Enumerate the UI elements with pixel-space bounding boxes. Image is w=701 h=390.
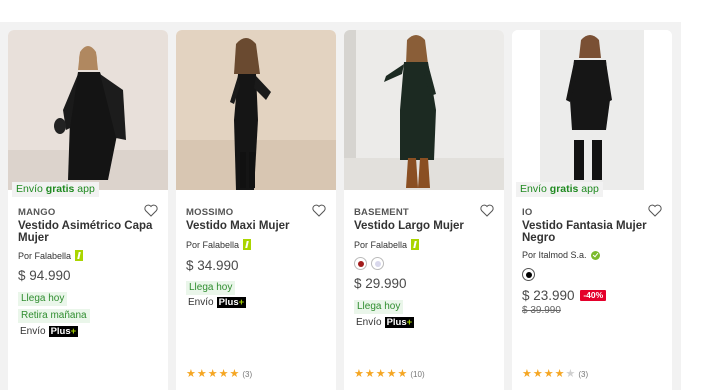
product-seller: Por Falabella	[18, 250, 84, 261]
free-shipping-ribbon: Envío gratis app	[12, 182, 99, 197]
product-brand: MOSSIMO	[186, 207, 234, 218]
shipping-plus: Envío Plus+	[188, 297, 247, 308]
rating-count: (10)	[410, 370, 425, 379]
product-image[interactable]	[176, 30, 336, 190]
star-icon: ★	[364, 368, 375, 380]
product-card[interactable]: BASEMENT Vestido Largo Mujer Por Falabel…	[344, 30, 504, 390]
product-price: $ 94.990	[18, 268, 71, 283]
star-icon: ★	[375, 368, 386, 380]
delivery-tag: Llega hoy	[18, 292, 68, 306]
rating-stars: ★ ★ ★ ★ ★ (10)	[354, 369, 425, 380]
product-seller: Por Falabella	[186, 239, 252, 250]
color-swatches	[522, 268, 535, 281]
verified-seller-icon	[590, 250, 600, 260]
shipping-plus: Envío Plus+	[20, 326, 79, 337]
star-icon: ★	[397, 368, 408, 380]
product-image[interactable]	[344, 30, 504, 190]
rating-stars: ★ ★ ★ ★ ★ (3)	[186, 369, 252, 380]
star-icon: ★	[543, 368, 554, 380]
heart-outline-icon[interactable]	[648, 204, 662, 217]
product-title[interactable]: Vestido Maxi Mujer	[186, 220, 328, 233]
falabella-badge-icon	[75, 250, 84, 261]
falabella-badge-icon	[411, 239, 420, 250]
discount-badge: -40%	[580, 290, 607, 301]
star-icon: ★	[229, 368, 240, 380]
plus-badge: Plus+	[384, 317, 415, 328]
star-icon: ★	[386, 368, 397, 380]
heart-outline-icon[interactable]	[480, 204, 494, 217]
plus-badge: Plus+	[216, 297, 247, 308]
product-brand: IO	[522, 207, 533, 218]
star-icon: ★	[554, 368, 565, 380]
product-title[interactable]: Vestido Asimétrico Capa Mujer	[18, 220, 160, 244]
star-icon: ★	[532, 368, 543, 380]
product-title[interactable]: Vestido Fantasia Mujer Negro	[522, 220, 664, 244]
delivery-tag: Llega hoy	[186, 281, 236, 295]
star-icon: ★	[565, 368, 576, 380]
product-card[interactable]: Envío gratis app MANGO Vestido Asimétric…	[8, 30, 168, 390]
product-card[interactable]: Envío gratis app IO Vestido Fantasia Muj…	[512, 30, 672, 390]
rating-count: (3)	[578, 370, 589, 379]
product-brand: MANGO	[18, 207, 56, 218]
product-image[interactable]	[8, 30, 168, 190]
product-price: $ 29.990	[354, 276, 407, 291]
product-card[interactable]: MOSSIMO Vestido Maxi Mujer Por Falabella…	[176, 30, 336, 390]
color-swatch-red[interactable]	[354, 257, 367, 270]
shipping-plus: Envío Plus+	[356, 317, 415, 328]
product-brand: BASEMENT	[354, 207, 409, 218]
star-icon: ★	[186, 368, 196, 380]
original-price: $ 39.990	[522, 305, 561, 316]
star-icon: ★	[354, 368, 364, 380]
delivery-tag: Llega hoy	[354, 300, 404, 314]
product-price: $ 23.990 -40%	[522, 288, 607, 303]
color-swatch-lavender[interactable]	[371, 257, 384, 270]
pickup-tag: Retira mañana	[18, 309, 90, 323]
color-swatches	[354, 257, 384, 270]
heart-outline-icon[interactable]	[144, 204, 158, 217]
star-icon: ★	[522, 368, 532, 380]
product-seller: Por Falabella	[354, 239, 420, 250]
product-title[interactable]: Vestido Largo Mujer	[354, 220, 496, 233]
rating-count: (3)	[242, 370, 253, 379]
product-seller: Por Italmod S.a.	[522, 250, 600, 260]
color-swatch-black[interactable]	[522, 268, 535, 281]
free-shipping-ribbon: Envío gratis app	[516, 182, 603, 197]
product-image[interactable]	[512, 30, 672, 190]
star-icon: ★	[196, 368, 207, 380]
star-icon: ★	[218, 368, 229, 380]
falabella-badge-icon	[243, 239, 252, 250]
product-price: $ 34.990	[186, 258, 239, 273]
heart-outline-icon[interactable]	[312, 204, 326, 217]
star-icon: ★	[207, 368, 218, 380]
plus-badge: Plus+	[48, 326, 79, 337]
rating-stars: ★ ★ ★ ★ ★ (3)	[522, 369, 588, 380]
